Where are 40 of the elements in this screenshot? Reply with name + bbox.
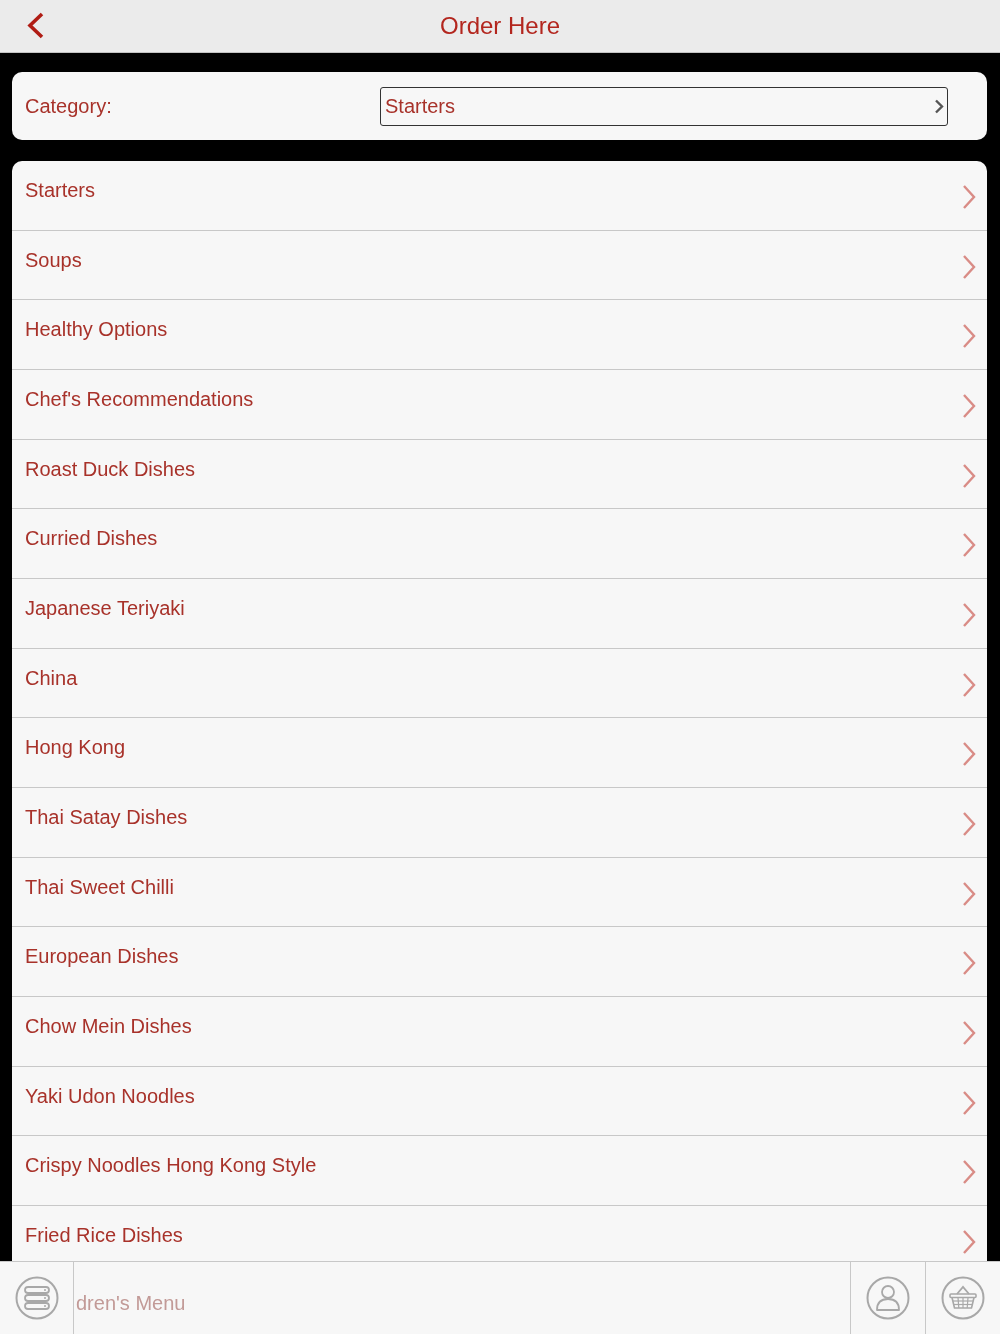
- chevron-right-icon: [962, 880, 976, 907]
- chevron-right-icon: [962, 1228, 976, 1255]
- chevron-right-icon: [962, 671, 976, 698]
- chevron-right-icon: [962, 1019, 976, 1046]
- category-row[interactable]: Curried Dishes: [12, 509, 987, 579]
- chevron-right-icon: [962, 392, 976, 419]
- chevron-right-icon: [962, 810, 976, 837]
- category-select[interactable]: Starters: [380, 86, 948, 126]
- chevron-right-icon: [962, 253, 976, 280]
- chevron-right-icon: [962, 462, 976, 489]
- category-row[interactable]: Soups: [12, 230, 987, 301]
- chevron-right-icon: [934, 98, 944, 114]
- chevron-right-icon: [962, 1089, 976, 1116]
- category-row[interactable]: Thai Sweet Chilli: [12, 857, 987, 928]
- category-row[interactable]: Crispy Noodles Hong Kong Style: [12, 1136, 987, 1206]
- category-row[interactable]: Yaki Udon Noodles: [12, 1066, 987, 1137]
- chevron-right-icon: [962, 1159, 976, 1186]
- category-row[interactable]: Chow Mein Dishes: [12, 996, 987, 1067]
- chevron-right-icon: [962, 741, 976, 768]
- basket-icon: [941, 1276, 985, 1320]
- chevron-right-icon: [962, 323, 976, 350]
- category-row[interactable]: Hong Kong: [12, 718, 987, 788]
- covered-row-label: dren's Menu: [76, 1291, 186, 1315]
- user-icon: [866, 1276, 910, 1320]
- category-label: Category:: [24, 94, 113, 118]
- menu-icon: [14, 1276, 59, 1320]
- chevron-right-icon: [962, 532, 976, 559]
- category-row[interactable]: Thai Satay Dishes: [12, 787, 987, 858]
- page-title: Order Here: [439, 12, 560, 40]
- chevron-right-icon: [962, 950, 976, 977]
- category-row[interactable]: China: [12, 648, 987, 719]
- back-icon: [27, 11, 45, 39]
- category-row[interactable]: Chef's Recommendations: [12, 369, 987, 440]
- chevron-right-icon: [962, 184, 976, 210]
- chevron-right-icon: [962, 601, 976, 628]
- category-row[interactable]: Starters: [12, 161, 987, 231]
- category-row[interactable]: European Dishes: [12, 927, 987, 997]
- category-row[interactable]: Healthy Options: [12, 300, 987, 370]
- category-row[interactable]: Japanese Teriyaki: [12, 578, 987, 649]
- category-row[interactable]: Roast Duck Dishes: [12, 439, 987, 510]
